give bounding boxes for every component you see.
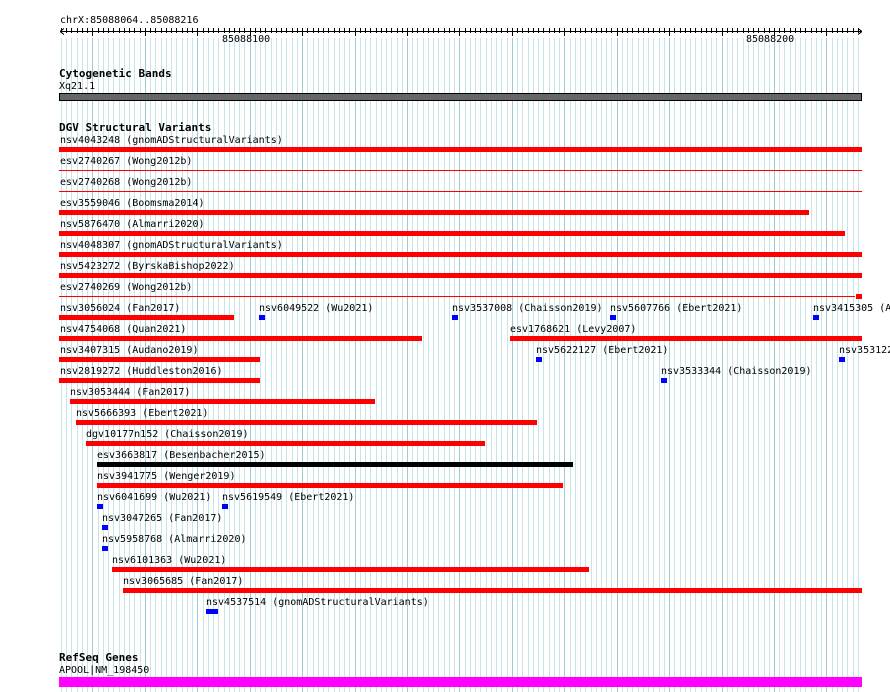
variant-gain-bar[interactable] <box>102 525 108 530</box>
variant-gain-bar[interactable] <box>661 378 667 383</box>
feature-label[interactable]: nsv5666393 (Ebert2021) <box>76 408 208 419</box>
feature-label[interactable]: nsv3047265 (Fan2017) <box>102 513 222 524</box>
feature-label[interactable]: esv2740269 (Wong2012b) <box>60 282 192 293</box>
variant-gain-bar[interactable] <box>206 609 218 614</box>
variant-loss-bar[interactable] <box>59 147 862 152</box>
feature-label[interactable]: nsv3065685 (Fan2017) <box>123 576 243 587</box>
feature-label[interactable]: nsv2819272 (Huddleston2016) <box>60 366 223 377</box>
variant-loss-bar[interactable] <box>59 273 862 278</box>
variant-gain-bar[interactable] <box>536 357 542 362</box>
cytoband-track-title: Cytogenetic Bands <box>59 67 172 80</box>
variant-loss-bar[interactable] <box>76 420 537 425</box>
variant-loss-bar[interactable] <box>112 567 589 572</box>
feature-label[interactable]: nsv4754068 (Quan2021) <box>60 324 186 335</box>
feature-label[interactable]: nsv5876470 (Almarri2020) <box>60 219 205 230</box>
feature-label[interactable]: dgv10177n152 (Chaisson2019) <box>86 429 249 440</box>
variant-loss-bar[interactable] <box>59 336 422 341</box>
variant-loss-bar[interactable] <box>70 399 375 404</box>
ruler-range-label: chrX:85088064..85088216 <box>60 15 199 26</box>
variant-loss-bar[interactable] <box>86 441 485 446</box>
variant-gain-bar[interactable] <box>452 315 458 320</box>
feature-label[interactable]: esv2740268 (Wong2012b) <box>60 177 192 188</box>
variant-loss-bar[interactable] <box>510 336 862 341</box>
feature-label[interactable]: esv3663817 (Besenbacher2015) <box>97 450 266 461</box>
feature-label[interactable]: nsv6049522 (Wu2021) <box>259 303 373 314</box>
feature-label[interactable]: nsv4048307 (gnomADStructuralVariants) <box>60 240 283 251</box>
variant-loss-bar[interactable] <box>59 231 845 236</box>
feature-label[interactable]: nsv3941775 (Wenger2019) <box>97 471 235 482</box>
feature-label[interactable]: nsv3533344 (Chaisson2019) <box>661 366 812 377</box>
feature-label[interactable]: nsv6041699 (Wu2021) <box>97 492 211 503</box>
feature-label[interactable]: nsv5423272 (ByrskaBishop2022) <box>60 261 235 272</box>
variant-loss-bar[interactable] <box>59 210 809 215</box>
variant-loss-bar[interactable] <box>123 588 862 593</box>
feature-label[interactable]: nsv3053444 (Fan2017) <box>70 387 190 398</box>
ruler-tick-label: 85088100 <box>222 34 271 45</box>
variant-gain-bar[interactable] <box>813 315 819 320</box>
feature-label[interactable]: esv2740267 (Wong2012b) <box>60 156 192 167</box>
cytoband-label: Xq21.1 <box>59 81 96 92</box>
variant-loss-bar[interactable] <box>97 483 563 488</box>
gene-bar[interactable] <box>59 677 862 687</box>
gene-label[interactable]: APOOL|NM_198450 <box>59 665 149 676</box>
variant-gain-bar[interactable] <box>222 504 228 509</box>
feature-label[interactable]: nsv4537514 (gnomADStructuralVariants) <box>206 597 429 608</box>
variant-gain-bar[interactable] <box>839 357 845 362</box>
variant-loss-line[interactable] <box>59 296 855 297</box>
variant-loss-bar[interactable] <box>59 252 862 257</box>
variant-loss-line[interactable] <box>59 170 862 171</box>
feature-label[interactable]: esv1768621 (Levy2007) <box>510 324 636 335</box>
feature-label[interactable]: nsv5622127 (Ebert2021) <box>536 345 668 356</box>
feature-label[interactable]: nsv5619549 (Ebert2021) <box>222 492 354 503</box>
dgv-track-title: DGV Structural Variants <box>59 121 212 134</box>
variant-loss-bar[interactable] <box>856 294 862 299</box>
feature-label[interactable]: nsv4043248 (gnomADStructuralVariants) <box>60 135 283 146</box>
feature-label[interactable]: nsv3415305 (A <box>813 303 890 314</box>
feature-label[interactable]: nsv5958768 (Almarri2020) <box>102 534 247 545</box>
variant-gain-bar[interactable] <box>259 315 265 320</box>
feature-label[interactable]: nsv3537008 (Chaisson2019) <box>452 303 603 314</box>
variant-loss-bar[interactable] <box>59 378 260 383</box>
variant-complex-bar[interactable] <box>97 462 573 467</box>
feature-label[interactable]: nsv3056024 (Fan2017) <box>60 303 180 314</box>
feature-label[interactable]: nsv5607766 (Ebert2021) <box>610 303 742 314</box>
feature-label[interactable]: nsv353122 <box>839 345 890 356</box>
feature-label[interactable]: nsv3407315 (Audano2019) <box>60 345 198 356</box>
variant-gain-bar[interactable] <box>610 315 616 320</box>
feature-label[interactable]: nsv6101363 (Wu2021) <box>112 555 226 566</box>
refseq-track-title: RefSeq Genes <box>59 651 139 664</box>
variant-loss-bar[interactable] <box>59 357 260 362</box>
variant-gain-bar[interactable] <box>97 504 103 509</box>
variant-loss-line[interactable] <box>59 191 862 192</box>
ruler-tick-label: 85088200 <box>746 34 795 45</box>
variant-gain-bar[interactable] <box>102 546 108 551</box>
variant-loss-bar[interactable] <box>59 315 234 320</box>
cytoband-bar[interactable] <box>59 93 862 101</box>
feature-label[interactable]: esv3559046 (Boomsma2014) <box>60 198 205 209</box>
